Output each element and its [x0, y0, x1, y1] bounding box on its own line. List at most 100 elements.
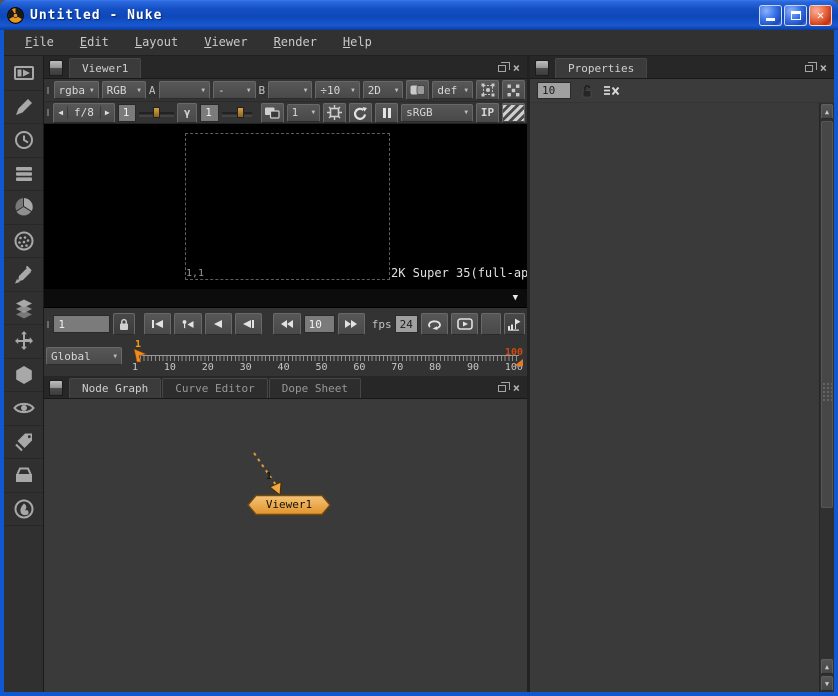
menu-file[interactable]: File	[12, 30, 67, 55]
jump-forward-button[interactable]	[338, 313, 365, 335]
minimize-button[interactable]	[759, 5, 782, 26]
filter-nodes-button[interactable]	[5, 225, 43, 259]
scrub-dropdown-icon[interactable]: ▼	[513, 293, 518, 303]
display-output-button[interactable]	[261, 103, 284, 123]
viewer-scrub-bar[interactable]: ▼	[44, 288, 527, 308]
pause-viewer-button[interactable]	[375, 103, 398, 123]
scroll-down-button[interactable]: ▼	[821, 676, 833, 691]
pane-menu-button[interactable]	[49, 60, 63, 76]
titlebar[interactable]: Untitled - Nuke ✕	[0, 0, 838, 30]
gain-value-field[interactable]: 1	[118, 104, 136, 122]
pane-menu-button[interactable]	[535, 60, 549, 76]
other-nodes-button[interactable]	[5, 493, 43, 527]
a-buffer-dropdown[interactable]	[159, 81, 210, 99]
scrollbar-track[interactable]	[821, 120, 833, 658]
menu-viewer[interactable]: Viewer	[191, 30, 260, 55]
gain-control[interactable]: ◀ f/8 ▶	[53, 103, 115, 123]
menu-edit[interactable]: Edit	[67, 30, 122, 55]
tab-dope-sheet[interactable]: Dope Sheet	[269, 378, 361, 398]
display-number-dropdown[interactable]: 1	[287, 104, 320, 122]
timeline-display-button[interactable]	[504, 313, 525, 335]
close-all-panels-icon[interactable]	[603, 85, 620, 97]
3d-nodes-button[interactable]	[5, 359, 43, 393]
previous-keyframe-button[interactable]	[174, 313, 201, 335]
refresh-viewer-button[interactable]	[349, 103, 372, 123]
goto-start-button[interactable]	[144, 313, 171, 335]
pane-menu-button[interactable]	[49, 380, 63, 396]
menu-layout[interactable]: Layout	[122, 30, 191, 55]
channels-dropdown[interactable]: rgba	[54, 81, 99, 99]
timeline-ruler[interactable]: 1102030405060708090100 1 100	[132, 343, 523, 375]
jump-back-button[interactable]	[273, 313, 300, 335]
maximize-button[interactable]	[784, 5, 807, 26]
close-panel-icon[interactable]: ×	[513, 384, 520, 392]
current-frame-field[interactable]: 1	[53, 315, 110, 333]
step-back-button[interactable]	[235, 313, 262, 335]
roi-dropdown[interactable]: def	[432, 81, 473, 99]
metadata-nodes-button[interactable]	[5, 426, 43, 460]
tab-properties[interactable]: Properties	[555, 58, 647, 78]
gain-right-arrow-icon[interactable]: ▶	[101, 108, 114, 117]
views-nodes-button[interactable]	[5, 392, 43, 426]
menu-render[interactable]: Render	[261, 30, 330, 55]
unlock-icon[interactable]	[580, 84, 594, 98]
lock-range-button[interactable]	[113, 313, 134, 335]
row-collapse-handle[interactable]	[46, 102, 50, 123]
scroll-up-button[interactable]: ▲	[821, 104, 833, 119]
gain-left-arrow-icon[interactable]: ◀	[54, 108, 67, 117]
toolsets-nodes-button[interactable]	[5, 459, 43, 493]
tab-node-graph[interactable]: Node Graph	[69, 378, 161, 398]
merge-nodes-button[interactable]	[5, 292, 43, 326]
image-nodes-button[interactable]	[5, 57, 43, 91]
viewer1-node[interactable]: Viewer1	[247, 494, 331, 516]
time-nodes-button[interactable]	[5, 124, 43, 158]
checkerboard-button[interactable]	[502, 103, 525, 123]
input-process-button[interactable]: IP	[476, 103, 499, 123]
nodegraph-canvas[interactable]: 1 Viewer1	[44, 399, 527, 692]
loop-mode-button[interactable]	[421, 313, 448, 335]
fps-field[interactable]: 24	[395, 315, 418, 333]
row-collapse-handle[interactable]	[46, 79, 51, 101]
viewer-lut-dropdown[interactable]: sRGB	[401, 104, 473, 122]
color-nodes-button[interactable]	[5, 191, 43, 225]
float-panel-icon[interactable]	[498, 65, 506, 72]
ab-blend-dropdown[interactable]: -	[213, 81, 255, 99]
frame-increment-field[interactable]: 10	[304, 315, 335, 333]
viewer-canvas[interactable]: 1,1 2K Super 35(full-ap)	[44, 124, 527, 288]
scroll-up-button-2[interactable]: ▲	[821, 659, 833, 674]
transform-nodes-button[interactable]	[5, 325, 43, 359]
roi-region-button[interactable]	[476, 80, 499, 100]
stereo-camera-button[interactable]	[406, 80, 429, 100]
frame-range-dropdown[interactable]: Global	[46, 347, 122, 365]
proxy-toggle-button[interactable]	[502, 80, 525, 100]
splitter-grip[interactable]	[822, 382, 832, 402]
float-panel-icon[interactable]	[498, 385, 506, 392]
channel-nodes-button[interactable]	[5, 158, 43, 192]
properties-scrollbar[interactable]: ▲ ▲ ▼	[819, 103, 834, 692]
max-panels-field[interactable]: 10	[537, 82, 571, 99]
gamma-button[interactable]: γ	[177, 103, 197, 123]
play-backward-button[interactable]	[205, 313, 232, 335]
close-button[interactable]: ✕	[809, 5, 832, 26]
gate-display-button[interactable]	[323, 103, 346, 123]
gamma-slider[interactable]	[222, 105, 252, 121]
tab-viewer1[interactable]: Viewer1	[69, 58, 141, 78]
gain-slider[interactable]	[139, 105, 174, 121]
draw-nodes-button[interactable]	[5, 91, 43, 125]
downrez-dropdown[interactable]: ÷10	[315, 81, 359, 99]
display-channels-dropdown[interactable]: RGB	[102, 81, 146, 99]
float-panel-icon[interactable]	[805, 65, 813, 72]
view-mode-dropdown[interactable]: 2D	[363, 81, 404, 99]
timeline-playhead[interactable]: 1	[132, 341, 148, 363]
row-collapse-handle[interactable]	[46, 308, 50, 340]
gamma-value-field[interactable]: 1	[200, 104, 218, 122]
tab-curve-editor[interactable]: Curve Editor	[162, 378, 267, 398]
play-in-frame-button[interactable]	[451, 313, 478, 335]
scrollbar-thumb[interactable]	[821, 121, 833, 508]
menu-help[interactable]: Help	[330, 30, 385, 55]
keyer-nodes-button[interactable]	[5, 258, 43, 292]
close-panel-icon[interactable]: ×	[820, 64, 827, 72]
close-panel-icon[interactable]: ×	[513, 64, 520, 72]
b-buffer-dropdown[interactable]	[268, 81, 312, 99]
range-toggle-button[interactable]	[481, 313, 500, 335]
